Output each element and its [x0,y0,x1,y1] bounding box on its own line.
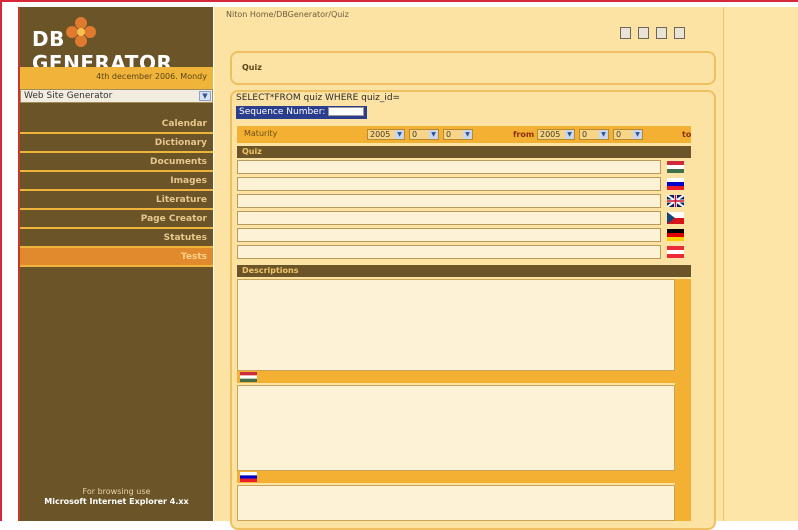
month-from-value: 0 [412,130,418,139]
breadcrumb[interactable]: Niton Home/DBGenerator/Quiz [226,10,349,19]
slovenia-flag-icon [667,178,684,190]
day-from-value: 0 [446,130,452,139]
right-margin [723,7,798,521]
chevron-down-icon: ▼ [429,130,438,139]
quiz-input-german[interactable] [237,228,661,242]
description-scrollbar-2[interactable] [675,383,691,473]
chevron-down-icon: ▼ [463,130,472,139]
chevron-down-icon: ▼ [395,130,404,139]
description-separator-2 [237,471,691,483]
year-from-value: 2005 [370,130,391,139]
germany-flag-icon [667,229,684,241]
year-to-value: 2005 [540,130,561,139]
uk-flag-icon [667,195,684,207]
sql-query: SELECT*FROM quiz WHERE quiz_id= [236,93,401,103]
quiz-input-austrian[interactable] [237,245,661,259]
quiz-row-german [237,228,691,243]
quiz-row-hungarian [237,160,691,175]
sequence-input[interactable] [328,107,365,116]
sequence-label: Sequence Number: [239,107,326,117]
sidebar-item-statutes[interactable]: Statutes [20,229,213,248]
quiz-input-czech[interactable] [237,211,661,225]
browser-note-line2: Microsoft Internet Explorer 4.xx [44,497,189,506]
toolbar [620,27,687,46]
sidebar-item-calendar[interactable]: Calendar [20,115,213,134]
descriptions-section-header: Descriptions [237,265,691,277]
description-textarea-1[interactable] [237,279,675,371]
day-to-select[interactable]: 0 ▼ [613,129,643,140]
quiz-input-english[interactable] [237,194,661,208]
czech-flag-icon [667,212,684,224]
chevron-down-icon: ▼ [565,130,574,139]
quiz-row-czech [237,211,691,226]
to-label: to [682,130,692,139]
description-scrollbar-3[interactable] [675,483,691,521]
sidebar-item-dictionary[interactable]: Dictionary [20,134,213,153]
page-title: Quiz [242,63,262,72]
date-bar: 4th december 2006. Mondy [20,67,213,89]
hungary-flag-icon [240,372,257,382]
quiz-translations [237,160,691,262]
description-textarea-3[interactable] [237,485,675,521]
description-textarea-2[interactable] [237,385,675,471]
maturity-row: Maturity 2005 ▼ 0 ▼ 0 ▼ from 2005 ▼ 0 ▼ 0 ▼ to [237,126,691,143]
current-date: 4th december 2006. Mondy [96,72,207,81]
sidebar-item-tests[interactable]: Tests [20,248,213,267]
chevron-down-icon[interactable]: ▼ [199,91,211,101]
year-from-select[interactable]: 2005 ▼ [367,129,405,140]
month-to-select[interactable]: 0 ▼ [579,129,609,140]
page-icon[interactable] [638,27,650,39]
year-to-select[interactable]: 2005 ▼ [537,129,575,140]
description-scrollbar-1[interactable] [675,279,691,379]
slovenia-flag-icon [240,472,257,482]
quiz-row-slovenian [237,177,691,192]
sidebar-item-literature[interactable]: Literature [20,191,213,210]
sidebar-nav: Calendar Dictionary Documents Images Lit… [20,115,213,267]
sequence-number: Sequence Number: [236,106,368,119]
main-content: Niton Home/DBGenerator/Quiz Quiz SELECT*… [214,7,723,530]
quiz-row-english [237,194,691,209]
logo: DBGENERATOR [20,7,213,75]
description-separator-1 [237,371,691,383]
quiz-section-header: Quiz [237,146,691,158]
search-icon[interactable] [620,27,631,39]
quiz-input-hungarian[interactable] [237,160,661,174]
from-label: from [513,130,535,139]
quiz-row-austrian [237,245,691,260]
sidebar-item-page-creator[interactable]: Page Creator [20,210,213,229]
hungary-flag-icon [667,161,684,173]
site-select[interactable]: Web Site Generator ▼ [20,89,213,103]
month-from-select[interactable]: 0 ▼ [409,129,439,140]
copy-icon[interactable] [656,27,668,39]
day-to-value: 0 [616,130,622,139]
quiz-input-slovenian[interactable] [237,177,661,191]
browser-note-line1: For browsing use [82,487,151,496]
sidebar-item-images[interactable]: Images [20,172,213,191]
sidebar-item-documents[interactable]: Documents [20,153,213,172]
chevron-down-icon: ▼ [599,130,608,139]
print-icon[interactable] [674,27,686,39]
maturity-label: Maturity [244,129,278,138]
quiz-title-panel: Quiz [230,51,716,85]
site-select-value: Web Site Generator [24,91,113,101]
austria-flag-icon [667,246,684,258]
browser-note: For browsing use Microsoft Internet Expl… [20,487,213,507]
chevron-down-icon: ▼ [633,130,642,139]
logo-db: DB [32,27,65,51]
sidebar: DBGENERATOR 4th december 2006. Mondy Web… [18,7,213,521]
day-from-select[interactable]: 0 ▼ [443,129,473,140]
month-to-value: 0 [582,130,588,139]
